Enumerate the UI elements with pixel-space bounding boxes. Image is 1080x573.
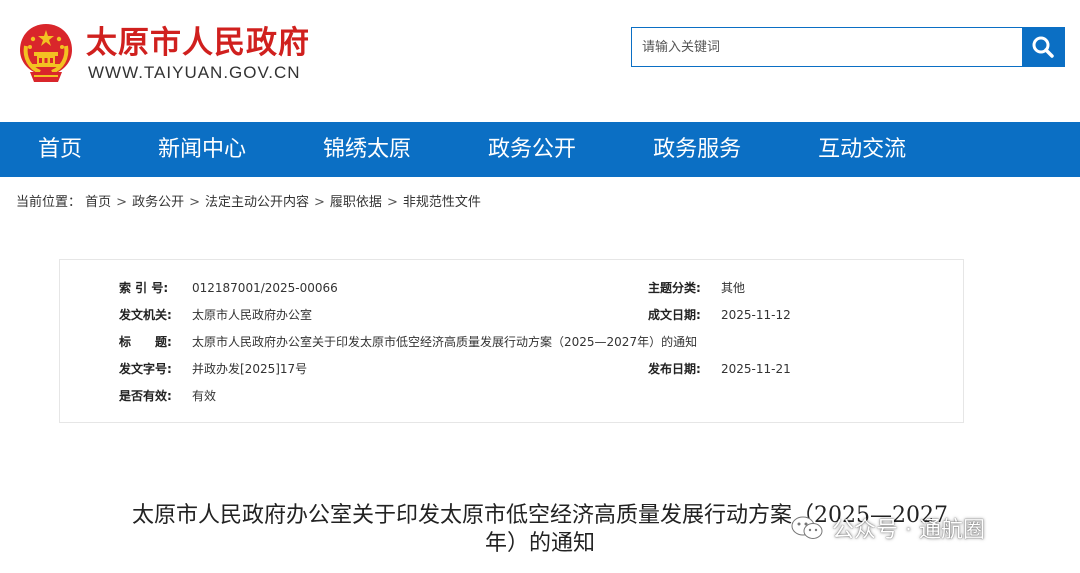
- publish-date-value: 2025-11-21: [721, 362, 791, 376]
- wechat-watermark: 公众号 · 通航圈: [790, 512, 985, 544]
- nav-item-gov-affairs[interactable]: 政务公开: [488, 122, 576, 177]
- search-input[interactable]: [632, 28, 1022, 66]
- main-nav: 首页 新闻中心 锦绣太原 政务公开 政务服务 互动交流: [0, 122, 1080, 177]
- index-label: 索 引 号:: [119, 281, 169, 295]
- site-title[interactable]: 太原市人民政府: [86, 24, 310, 62]
- doc-no-value: 并政办发[2025]17号: [192, 362, 308, 376]
- search-icon: [1032, 36, 1054, 58]
- search-box: [631, 27, 1065, 67]
- valid-label: 是否有效:: [119, 389, 172, 403]
- nav-item-news[interactable]: 新闻中心: [158, 122, 246, 177]
- breadcrumb-separator: >: [314, 195, 325, 210]
- breadcrumb: 当前位置： 首页 > 政务公开 > 法定主动公开内容 > 履职依据 > 非规范性文件: [16, 194, 481, 212]
- issuer-value: 太原市人民政府办公室: [192, 308, 313, 322]
- breadcrumb-non-normative[interactable]: 非规范性文件: [403, 195, 481, 210]
- wechat-icon: [791, 516, 823, 539]
- publish-date-label: 发布日期:: [648, 362, 701, 376]
- title-value: 太原市人民政府办公室关于印发太原市低空经济高质量发展行动方案（2025—2027…: [192, 335, 698, 349]
- site-url: WWW.TAIYUAN.GOV.CN: [88, 63, 301, 82]
- valid-value: 有效: [192, 389, 217, 403]
- nav-item-gov-services[interactable]: 政务服务: [653, 122, 741, 177]
- site-header: 太原市人民政府 WWW.TAIYUAN.GOV.CN: [0, 0, 1080, 122]
- topic-label: 主题分类:: [648, 281, 701, 295]
- breadcrumb-duty-basis[interactable]: 履职依据: [330, 195, 382, 210]
- nav-item-interaction[interactable]: 互动交流: [818, 122, 906, 177]
- date-made-label: 成文日期:: [648, 308, 701, 322]
- date-made-value: 2025-11-12: [721, 308, 791, 322]
- document-meta-box: 索 引 号: 012187001/2025-00066 主题分类: 其他 发文机…: [59, 259, 964, 423]
- watermark-text: 公众号 · 通航圈: [832, 518, 985, 543]
- breadcrumb-separator: >: [189, 195, 200, 210]
- breadcrumb-separator: >: [116, 195, 128, 210]
- breadcrumb-gov-affairs[interactable]: 政务公开: [132, 195, 184, 210]
- breadcrumb-statutory[interactable]: 法定主动公开内容: [205, 195, 309, 210]
- breadcrumb-separator: >: [386, 195, 398, 210]
- index-value: 012187001/2025-00066: [192, 281, 338, 295]
- doc-no-label: 发文字号:: [119, 362, 172, 376]
- nav-item-taiyuan[interactable]: 锦绣太原: [323, 122, 411, 177]
- issuer-label: 发文机关:: [119, 308, 172, 322]
- nav-item-home[interactable]: 首页: [38, 122, 82, 177]
- national-emblem-icon[interactable]: [16, 22, 76, 84]
- title-label: 标 题:: [119, 335, 172, 349]
- topic-value: 其他: [721, 281, 746, 295]
- search-button[interactable]: [1022, 28, 1064, 66]
- breadcrumb-home[interactable]: 首页: [85, 195, 111, 210]
- breadcrumb-prefix: 当前位置：: [16, 195, 82, 210]
